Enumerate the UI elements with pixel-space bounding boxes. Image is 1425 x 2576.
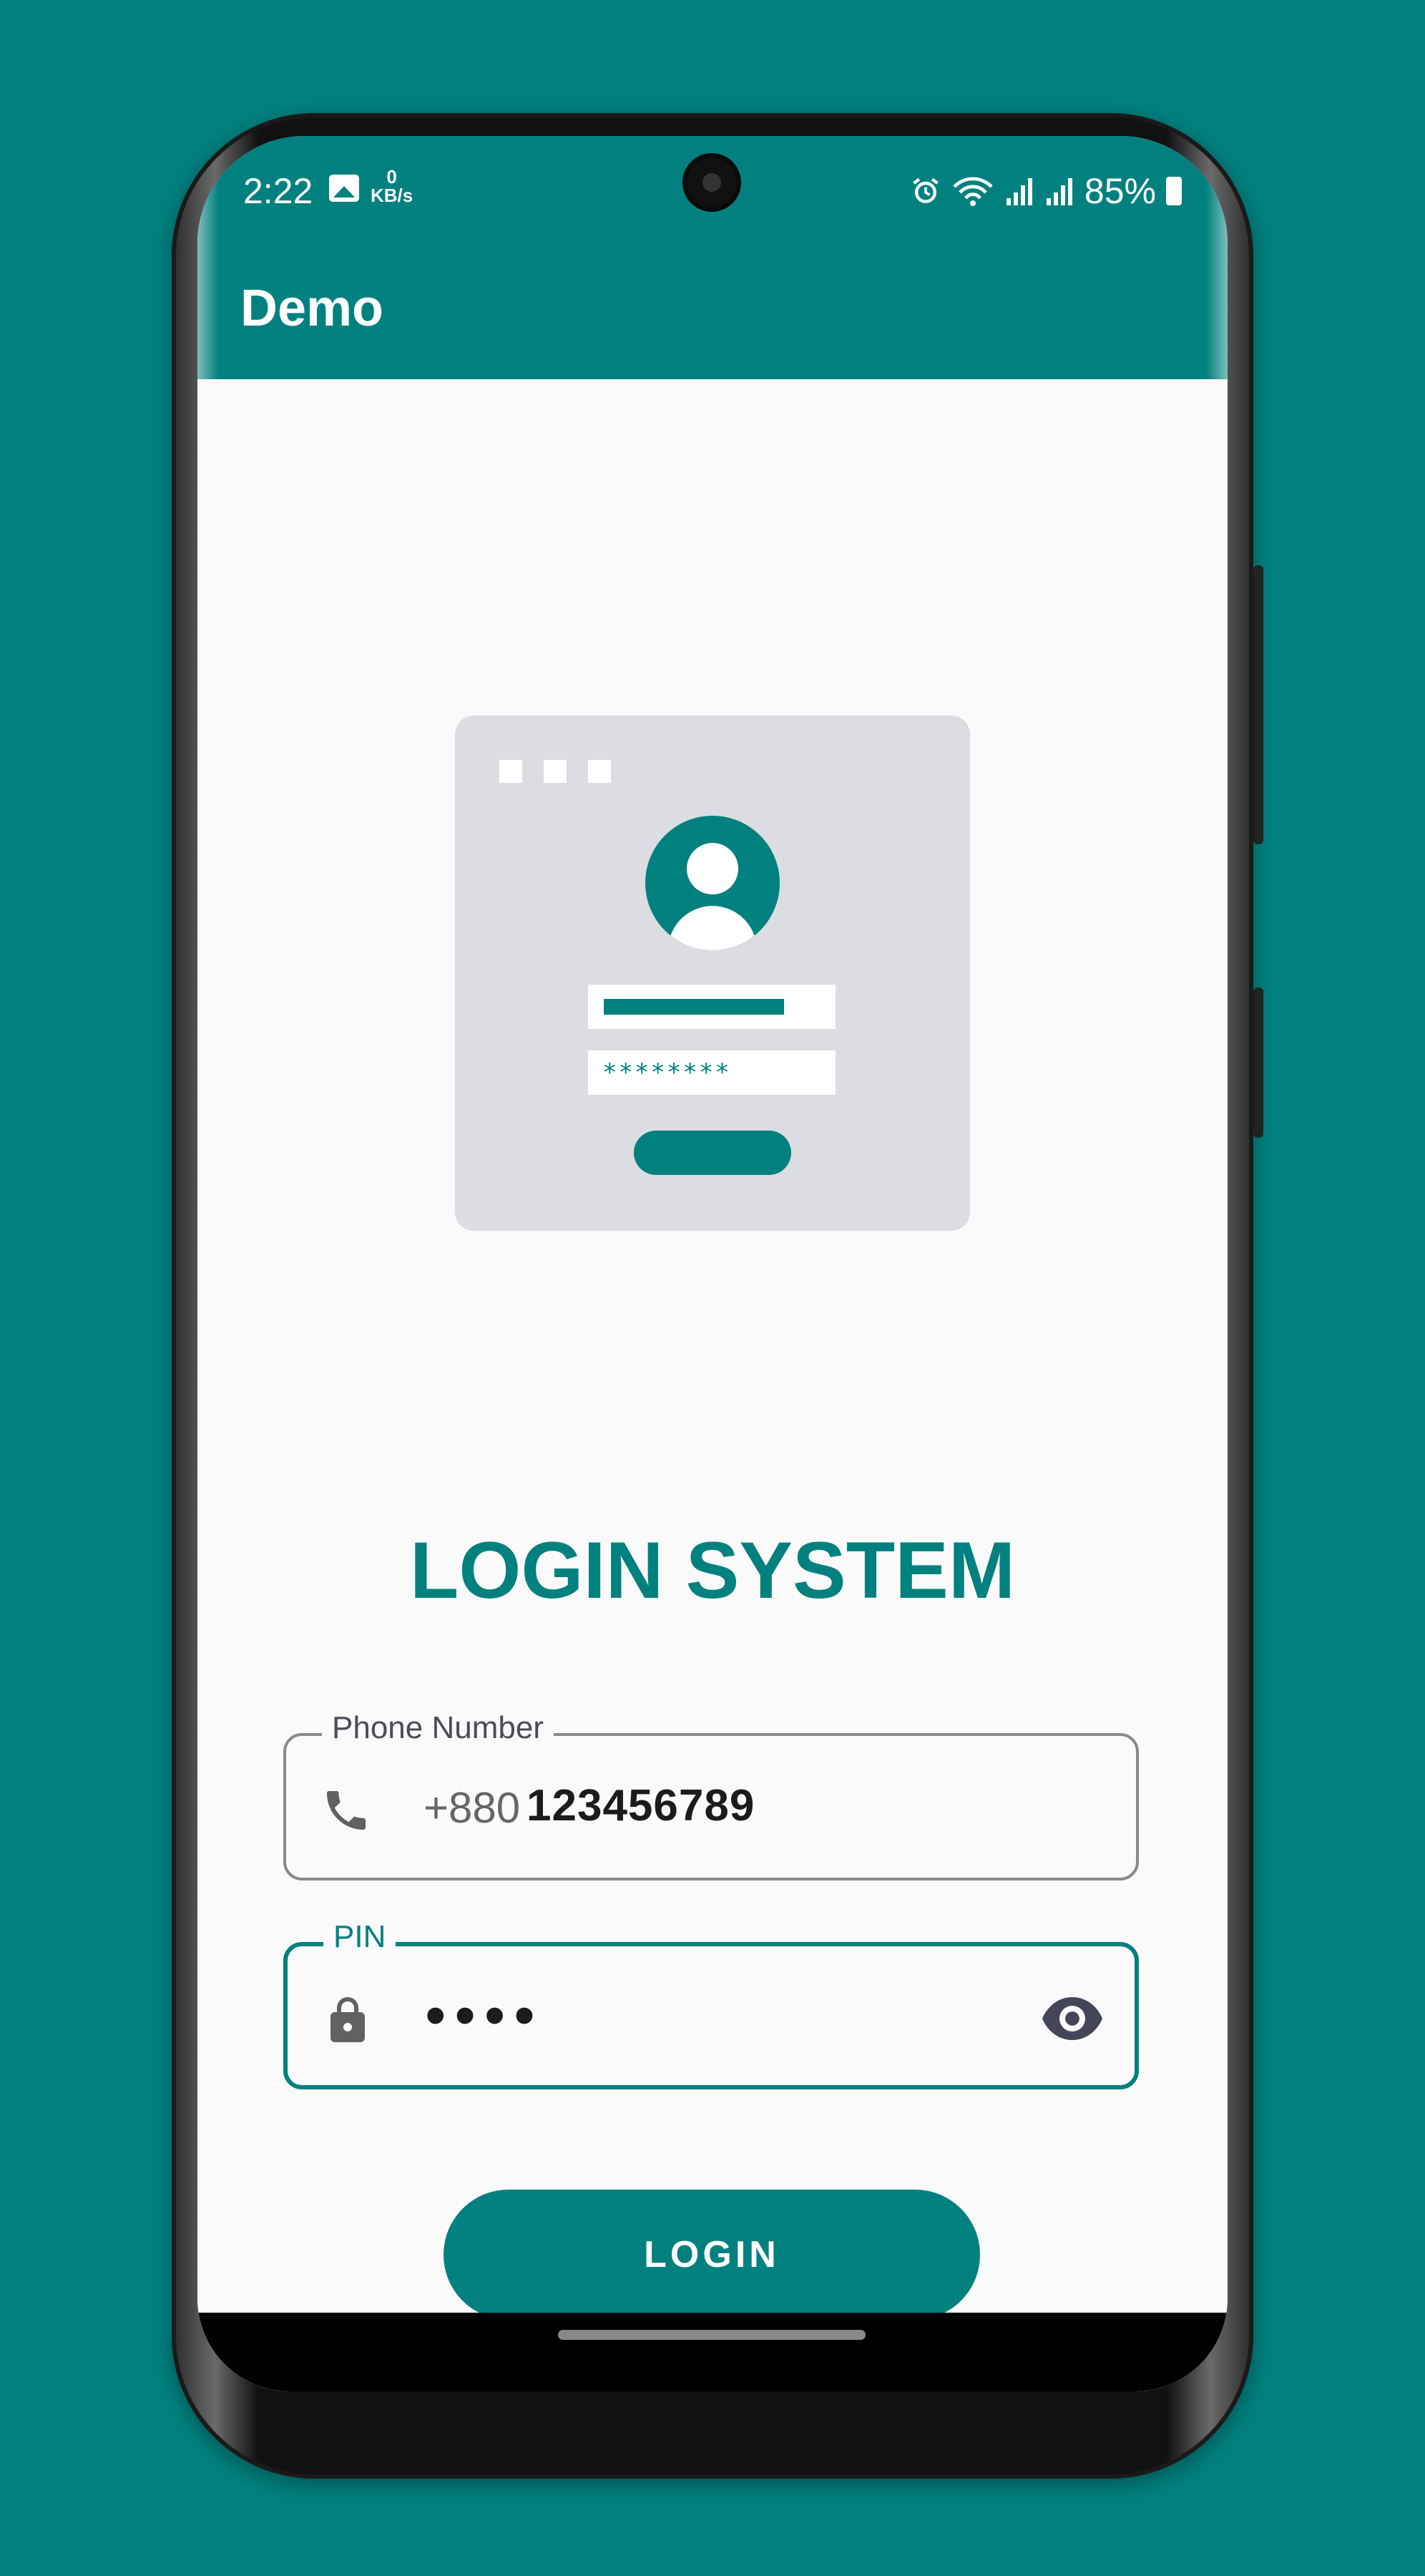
login-illustration: ******** — [455, 716, 970, 1231]
window-dot — [544, 760, 567, 783]
navigation-bar — [197, 2313, 1228, 2391]
network-speed: 0 KB/s — [371, 167, 413, 205]
app-title: Demo — [240, 280, 384, 337]
signal-icon — [1006, 178, 1032, 205]
battery-icon — [1166, 177, 1182, 205]
illustration-password-field: ******** — [588, 1050, 836, 1095]
window-dot — [499, 760, 522, 783]
phone-number-field[interactable]: Phone Number +880 123456789 — [283, 1710, 1139, 1880]
pin-field[interactable]: PIN •••• — [283, 1919, 1139, 2089]
power-button — [1253, 565, 1263, 844]
pin-masked-value[interactable]: •••• — [425, 1981, 544, 2050]
battery-percent: 85% — [1084, 171, 1156, 211]
phone-icon — [327, 1791, 366, 1830]
front-camera — [687, 157, 737, 208]
illustration-username-field — [588, 985, 836, 1029]
screen: 2:22 0 KB/s 85% Demo ******** LOGIN SYST… — [197, 136, 1228, 2391]
illustration-button — [634, 1131, 791, 1175]
phone-number-value[interactable]: 123456789 — [527, 1780, 755, 1831]
top-app-bar: 2:22 0 KB/s 85% Demo — [197, 136, 1228, 379]
avatar-icon — [645, 816, 780, 950]
window-dot — [588, 760, 611, 783]
pin-label: PIN — [323, 1919, 396, 1955]
lock-icon — [330, 1997, 365, 2042]
login-button[interactable]: LOGIN — [444, 2190, 980, 2320]
login-content: ******** LOGIN SYSTEM Phone Number +880 … — [197, 379, 1228, 2391]
phone-number-label: Phone Number — [322, 1710, 554, 1746]
status-time: 2:22 — [243, 171, 313, 211]
alarm-icon — [913, 177, 939, 203]
status-icons: 85% — [910, 170, 1182, 212]
network-speed-unit: KB/s — [371, 185, 413, 206]
wifi-icon — [953, 177, 993, 206]
signal-icon-2 — [1046, 178, 1072, 205]
gallery-icon — [329, 175, 359, 202]
eye-icon[interactable] — [1040, 1995, 1105, 2042]
page-title: LOGIN SYSTEM — [409, 1526, 1016, 1615]
volume-button — [1253, 987, 1263, 1138]
country-code-prefix: +880 — [423, 1784, 521, 1832]
home-indicator[interactable] — [558, 2330, 866, 2340]
